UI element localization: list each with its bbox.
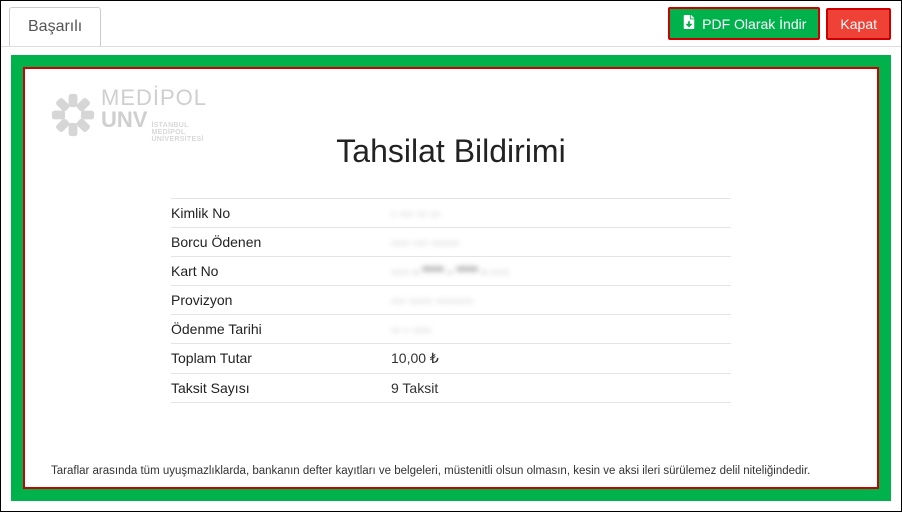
- table-row: Toplam Tutar10,00 ₺: [171, 344, 731, 374]
- details-table: Kimlik No· ··· ·· ··Borcu Ödenen···· ···…: [171, 198, 731, 403]
- row-value: 10,00 ₺: [391, 350, 731, 367]
- row-label: Kart No: [171, 263, 391, 279]
- row-value: ···· - **** - **** - ····: [391, 263, 731, 279]
- modal-container: Başarılı PDF Olarak İndir Kapat: [0, 0, 902, 512]
- row-label: Taksit Sayısı: [171, 380, 391, 396]
- logo-line1: MEDİPOL: [101, 87, 207, 109]
- table-row: Provizyon··· ····· ········: [171, 286, 731, 315]
- pdf-button-label: PDF Olarak İndir: [702, 16, 806, 32]
- header-buttons: PDF Olarak İndir Kapat: [668, 7, 891, 40]
- table-row: Taksit Sayısı9 Taksit: [171, 374, 731, 403]
- row-label: Kimlik No: [171, 205, 391, 221]
- close-button[interactable]: Kapat: [826, 8, 891, 40]
- row-label: Borcu Ödenen: [171, 234, 391, 250]
- row-value: ···· ··· ······: [391, 234, 731, 250]
- table-row: Borcu Ödenen···· ··· ······: [171, 228, 731, 257]
- table-row: Ödenme Tarihi·· · ····: [171, 315, 731, 344]
- close-button-label: Kapat: [840, 16, 877, 32]
- row-label: Ödenme Tarihi: [171, 321, 391, 337]
- pdf-icon: [682, 15, 696, 32]
- row-value: 9 Taksit: [391, 380, 731, 396]
- receipt-title: Tahsilat Bildirimi: [51, 133, 851, 170]
- logo-mark-icon: [51, 93, 95, 137]
- success-panel: MEDİPOL UNV İSTANBUL MEDİPOL ÜNİVERSİTES…: [11, 55, 891, 501]
- pdf-download-button[interactable]: PDF Olarak İndir: [668, 7, 820, 40]
- modal-header: Başarılı PDF Olarak İndir Kapat: [1, 1, 901, 47]
- tab-label: Başarılı: [28, 18, 82, 35]
- table-row: Kart No···· - **** - **** - ····: [171, 257, 731, 286]
- receipt-panel: MEDİPOL UNV İSTANBUL MEDİPOL ÜNİVERSİTES…: [23, 67, 879, 489]
- row-value: ··· ····· ········: [391, 292, 731, 308]
- footer-note: Taraflar arasında tüm uyuşmazlıklarda, b…: [51, 455, 851, 477]
- tab-success[interactable]: Başarılı: [9, 7, 101, 46]
- logo-line2-main: UNV: [101, 109, 147, 131]
- row-label: Toplam Tutar: [171, 350, 391, 367]
- row-value: · ··· ·· ··: [391, 205, 731, 221]
- row-label: Provizyon: [171, 292, 391, 308]
- row-value: ·· · ····: [391, 321, 731, 337]
- table-row: Kimlik No· ··· ·· ··: [171, 198, 731, 228]
